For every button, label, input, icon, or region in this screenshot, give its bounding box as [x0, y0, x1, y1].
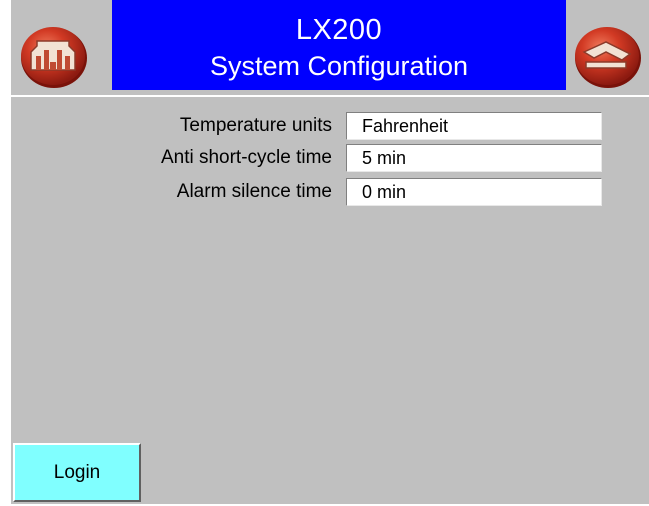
alarm-silence-time-label: Alarm silence time — [176, 181, 332, 202]
anti-short-cycle-time-field[interactable]: 5 min — [346, 144, 602, 172]
app-title: LX200 — [295, 14, 383, 46]
page-title: System Configuration — [209, 51, 469, 81]
login-button[interactable]: Login — [13, 443, 141, 502]
home-button[interactable] — [11, 0, 112, 97]
screen: LX200 System Configuration Temperature u… — [11, 0, 649, 504]
temperature-units-field[interactable]: Fahrenheit — [346, 112, 602, 140]
title-band: LX200 System Configuration — [112, 0, 566, 90]
temperature-units-label: Temperature units — [179, 115, 332, 136]
building-icon — [21, 27, 87, 88]
header-divider — [11, 95, 649, 97]
anti-short-cycle-time-label: Anti short-cycle time — [160, 147, 332, 168]
header-bar: LX200 System Configuration — [11, 0, 649, 97]
exit-arrow-icon — [575, 27, 641, 88]
alarm-silence-time-field[interactable]: 0 min — [346, 178, 602, 206]
exit-button[interactable] — [566, 0, 649, 97]
